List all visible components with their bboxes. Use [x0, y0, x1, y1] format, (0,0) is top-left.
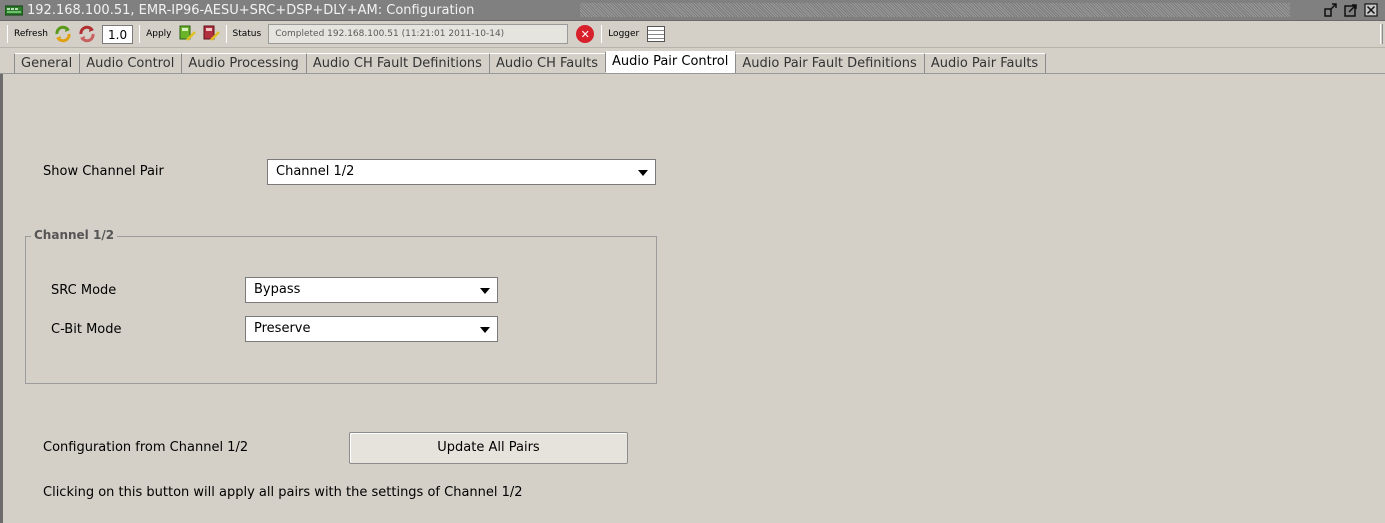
- update-all-pairs-button[interactable]: Update All Pairs: [349, 432, 628, 464]
- cbit-mode-label: C-Bit Mode: [51, 322, 122, 337]
- show-channel-pair-value: Channel 1/2: [276, 164, 355, 179]
- toolbar: Refresh 1.0 Apply Status Completed 192.1…: [0, 21, 1385, 48]
- channel-group-box: [25, 236, 657, 384]
- toolbar-grip: [1380, 24, 1383, 44]
- chevron-down-icon: [480, 327, 490, 333]
- title-bar: 192.168.100.51, EMR-IP96-AESU+SRC+DSP+DL…: [0, 0, 1385, 21]
- tab-audio-pair-fault-definitions[interactable]: Audio Pair Fault Definitions: [735, 53, 925, 73]
- apply-icon[interactable]: [176, 24, 198, 44]
- chevron-down-icon: [638, 170, 648, 176]
- logger-label: Logger: [608, 29, 640, 39]
- cbit-mode-dropdown[interactable]: Preserve: [245, 316, 498, 342]
- toolbar-separator: [601, 25, 603, 43]
- window-title: 192.168.100.51, EMR-IP96-AESU+SRC+DSP+DL…: [27, 3, 475, 18]
- tab-bar: General Audio Control Audio Processing Audi…: [0, 48, 1385, 74]
- src-mode-value: Bypass: [254, 282, 301, 297]
- apply-all-icon[interactable]: [200, 24, 222, 44]
- title-bar-hatch: [580, 3, 1290, 17]
- show-channel-pair-dropdown[interactable]: Channel 1/2: [267, 159, 656, 185]
- cbit-mode-value: Preserve: [254, 321, 311, 336]
- toolbar-separator: [225, 25, 227, 43]
- tab-audio-ch-faults[interactable]: Audio CH Faults: [488, 53, 606, 73]
- status-field: Completed 192.168.100.51 (11:21:01 2011-…: [268, 24, 569, 44]
- chevron-down-icon: [480, 288, 490, 294]
- error-icon[interactable]: ✕: [576, 25, 595, 43]
- toolbar-separator: [7, 25, 8, 43]
- show-channel-pair-label: Show Channel Pair: [43, 164, 164, 179]
- device-icon: [5, 5, 23, 16]
- detach-icon[interactable]: [1322, 2, 1339, 18]
- status-label: Status: [232, 29, 262, 39]
- version-field[interactable]: 1.0: [102, 24, 134, 44]
- logger-icon[interactable]: [647, 26, 666, 42]
- src-mode-label: SRC Mode: [51, 283, 117, 298]
- refresh-label: Refresh: [14, 29, 48, 39]
- channel-group-title: Channel 1/2: [31, 228, 118, 242]
- close-icon[interactable]: [1362, 2, 1379, 18]
- refresh-all-icon[interactable]: [76, 24, 98, 44]
- tab-general[interactable]: General: [14, 53, 81, 73]
- tab-audio-processing[interactable]: Audio Processing: [181, 53, 307, 73]
- tab-audio-pair-control[interactable]: Audio Pair Control: [604, 51, 737, 73]
- tab-audio-control[interactable]: Audio Control: [79, 53, 183, 73]
- tab-audio-ch-fault-definitions[interactable]: Audio CH Fault Definitions: [305, 53, 490, 73]
- src-mode-dropdown[interactable]: Bypass: [245, 277, 498, 303]
- toolbar-separator: [139, 25, 141, 43]
- tab-content: Show Channel Pair Channel 1/2 Channel 1/…: [0, 74, 1385, 523]
- maximize-icon[interactable]: [1342, 2, 1359, 18]
- refresh-icon[interactable]: [52, 24, 74, 44]
- config-from-label: Configuration from Channel 1/2: [43, 440, 249, 455]
- tab-audio-pair-faults[interactable]: Audio Pair Faults: [923, 53, 1047, 73]
- info-text: Clicking on this button will apply all p…: [43, 485, 523, 500]
- apply-label: Apply: [146, 29, 172, 39]
